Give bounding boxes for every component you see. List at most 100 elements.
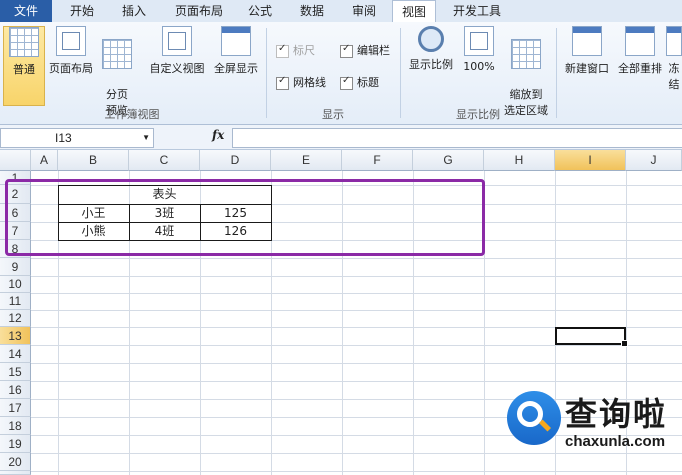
gridline — [31, 310, 682, 311]
name-box[interactable]: I13 ▼ — [0, 128, 154, 148]
gridline — [31, 293, 682, 294]
page-break-preview-button[interactable]: 分页 预览 — [98, 26, 136, 117]
full-screen-button[interactable]: 全屏显示 — [210, 26, 262, 104]
gridline — [31, 345, 682, 346]
row-header-12[interactable]: 12 — [0, 310, 31, 327]
arrange-all-button[interactable]: 全部重排 — [614, 26, 666, 104]
page-break-icon — [102, 39, 132, 69]
row-header-17[interactable]: 17 — [0, 399, 31, 417]
tab-page-layout[interactable]: 页面布局 — [168, 0, 230, 22]
active-cell-i13[interactable] — [555, 327, 628, 347]
zoom-100-label: 100% — [463, 60, 495, 73]
magnifier-icon — [418, 26, 444, 52]
tab-review[interactable]: 审阅 — [344, 0, 384, 22]
chevron-down-icon[interactable]: ▼ — [88, 129, 150, 147]
insert-function-button[interactable]: fx — [212, 128, 224, 142]
tab-home[interactable]: 开始 — [60, 0, 104, 22]
ribbon-view: 普通 页面布局 分页 预览 自定义视图 全屏显示 工作簿视图 标尺 编辑栏 网格… — [0, 22, 682, 125]
formula-input[interactable] — [232, 128, 682, 148]
zoom-label: 显示比例 — [409, 58, 453, 71]
column-header-g[interactable]: G — [413, 150, 484, 171]
headings-checkbox[interactable]: 标题 — [340, 74, 379, 90]
name-box-value: I13 — [55, 131, 72, 145]
chaxunla-watermark-logo: 查询啦 chaxunla.com — [507, 389, 682, 459]
formula-bar-label: 编辑栏 — [357, 44, 390, 57]
gridline — [31, 276, 682, 277]
column-header-d[interactable]: D — [200, 150, 271, 171]
row-header-18[interactable]: 18 — [0, 417, 31, 435]
group-label-zoom: 显示比例 — [456, 108, 500, 121]
new-window-label: 新建窗口 — [565, 62, 609, 75]
formula-bar: I13 ▼ fx — [0, 125, 682, 150]
full-screen-label: 全屏显示 — [214, 62, 258, 75]
gridline — [31, 258, 682, 259]
row-header-9[interactable]: 9 — [0, 258, 31, 276]
tab-insert[interactable]: 插入 — [112, 0, 156, 22]
new-window-button[interactable]: 新建窗口 — [560, 26, 614, 104]
row-header-20[interactable]: 20 — [0, 453, 31, 471]
row-header-11[interactable]: 11 — [0, 293, 31, 310]
row-header-14[interactable]: 14 — [0, 345, 31, 363]
gridline — [31, 471, 682, 472]
column-header-e[interactable]: E — [271, 150, 342, 171]
column-header-b[interactable]: B — [58, 150, 129, 171]
custom-views-button[interactable]: 自定义视图 — [146, 26, 208, 104]
custom-views-label: 自定义视图 — [149, 62, 205, 75]
column-header-a[interactable]: A — [31, 150, 58, 171]
gridlines-checkbox[interactable]: 网格线 — [276, 74, 326, 90]
gridlines-check-icon — [276, 75, 289, 90]
ruler-checkbox[interactable]: 标尺 — [276, 42, 315, 58]
normal-view-icon — [9, 27, 39, 57]
column-header-h[interactable]: H — [484, 150, 555, 171]
arrange-all-icon — [625, 26, 655, 56]
row-header-13[interactable]: 13 — [0, 327, 31, 345]
formula-bar-check-icon — [340, 43, 353, 58]
freeze-panes-button[interactable]: 冻结 — [666, 26, 682, 104]
ruler-check-icon — [276, 43, 289, 58]
custom-views-icon — [162, 26, 192, 56]
full-screen-icon — [221, 26, 251, 56]
row-header-21[interactable]: 21 — [0, 471, 31, 475]
row-header-19[interactable]: 19 — [0, 435, 31, 453]
tab-developer[interactable]: 开发工具 — [446, 0, 508, 22]
freeze-panes-label: 冻结 — [668, 62, 680, 91]
headings-label: 标题 — [357, 76, 379, 89]
page-layout-label: 页面布局 — [49, 62, 93, 75]
ribbon-tab-bar: 文件 开始 插入 页面布局 公式 数据 审阅 视图 开发工具 — [0, 0, 682, 23]
row-header-15[interactable]: 15 — [0, 363, 31, 381]
ribbon-separator — [266, 28, 267, 118]
select-all-corner[interactable] — [0, 150, 31, 171]
row-header-10[interactable]: 10 — [0, 276, 31, 293]
tab-data[interactable]: 数据 — [292, 0, 332, 22]
normal-view-label: 普通 — [13, 63, 35, 76]
formula-bar-checkbox[interactable]: 编辑栏 — [340, 42, 390, 58]
column-header-c[interactable]: C — [129, 150, 200, 171]
watermark-brand-name: 查询啦 — [565, 395, 668, 433]
arrange-all-label: 全部重排 — [618, 62, 662, 75]
row-header-16[interactable]: 16 — [0, 381, 31, 399]
tab-view[interactable]: 视图 — [392, 0, 436, 23]
watermark-brand-url: chaxunla.com — [565, 433, 666, 450]
column-header-j[interactable]: J — [626, 150, 682, 171]
page-layout-view-button[interactable]: 页面布局 — [46, 26, 96, 104]
headings-check-icon — [340, 75, 353, 90]
zoom-to-selection-icon — [511, 39, 541, 69]
group-label-show: 显示 — [322, 108, 344, 121]
tab-formulas[interactable]: 公式 — [240, 0, 280, 22]
zoom-to-selection-button[interactable]: 缩放到 选定区域 — [500, 26, 552, 117]
new-window-icon — [572, 26, 602, 56]
column-header-i[interactable]: I — [555, 150, 626, 171]
group-label-workbook-views: 工作簿视图 — [104, 108, 160, 121]
tab-file[interactable]: 文件 — [0, 0, 52, 22]
zoom-button[interactable]: 显示比例 — [406, 26, 456, 104]
gridlines-label: 网格线 — [293, 76, 326, 89]
gridline — [31, 381, 682, 382]
column-header-f[interactable]: F — [342, 150, 413, 171]
normal-view-button[interactable]: 普通 — [3, 26, 45, 106]
ruler-label: 标尺 — [293, 44, 315, 57]
ribbon-separator — [400, 28, 401, 118]
zoom-100-button[interactable]: 100% — [460, 26, 498, 104]
freeze-panes-icon — [666, 26, 682, 56]
page-layout-icon — [56, 26, 86, 56]
gridline — [31, 363, 682, 364]
